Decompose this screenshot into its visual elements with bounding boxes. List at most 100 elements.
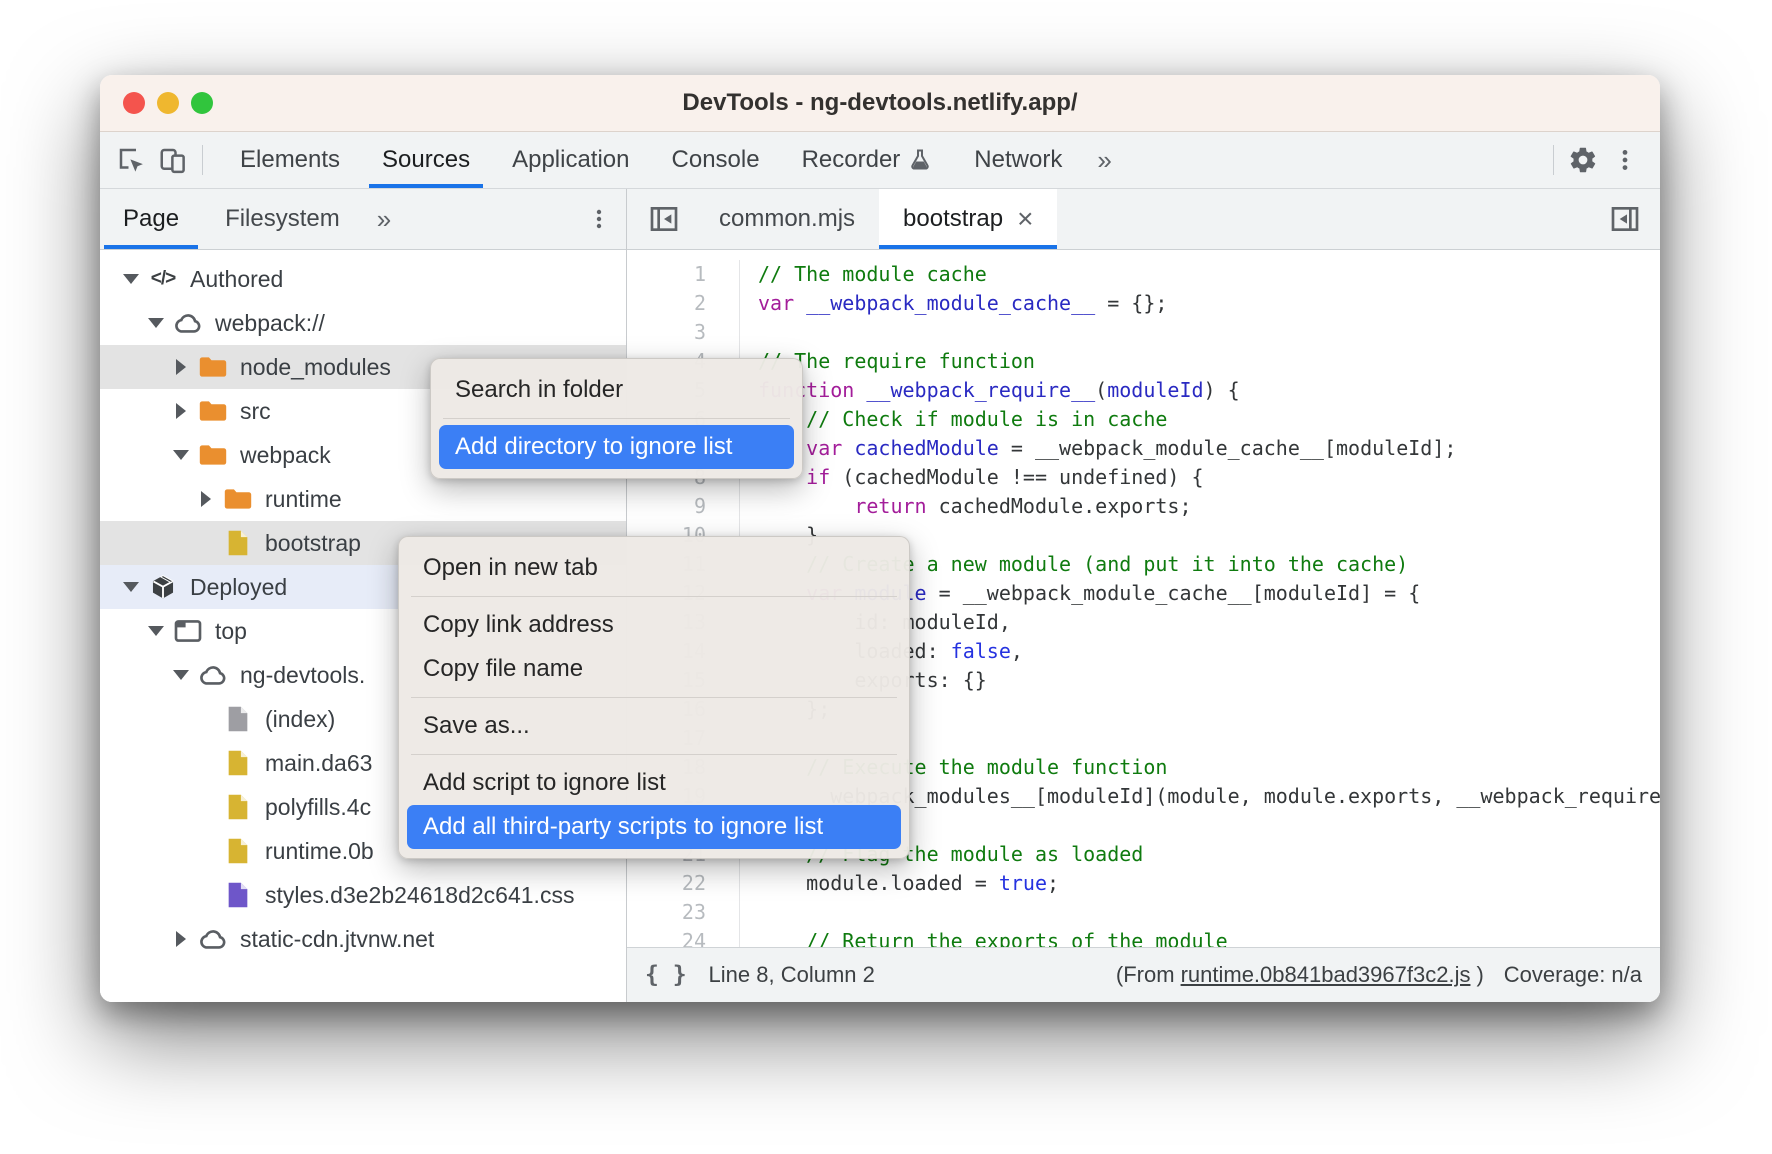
menu-item-add-script-to-ignore-list[interactable]: Add script to ignore list — [399, 761, 909, 805]
tree-item-label: polyfills.4c — [265, 794, 371, 821]
tree-item-label: webpack — [240, 442, 331, 469]
panel-tabs: Elements Sources ApplicationConsole Recorde… — [219, 132, 1083, 188]
tab-console[interactable]: Console — [651, 132, 781, 188]
file-yellow-icon — [219, 837, 257, 865]
folder-icon — [219, 487, 257, 511]
tree-item-label: main.da63 — [265, 750, 372, 777]
panel-tab-label: Sources — [382, 146, 470, 174]
cloud-icon — [169, 311, 207, 335]
cloud-icon — [194, 663, 232, 687]
settings-gear-icon[interactable] — [1562, 139, 1604, 181]
inspect-icon[interactable] — [110, 139, 152, 181]
pretty-print-icon[interactable]: { } — [645, 962, 687, 988]
window-titlebar: DevTools - ng-devtools.netlify.app/ — [100, 75, 1660, 132]
more-panels-chevron[interactable]: » — [1083, 145, 1125, 176]
device-toolbar-icon[interactable] — [152, 139, 194, 181]
menu-item-copy-link-address[interactable]: Copy link address — [399, 603, 909, 647]
menu-separator — [411, 596, 897, 597]
tree-item-static-cdn-jtvnw-net[interactable]: static-cdn.jtvnw.net — [100, 917, 626, 961]
code-line: 1// The module cache — [627, 260, 1660, 289]
code-text: var cachedModule = __webpack_module_cach… — [758, 434, 1456, 463]
code-text: // Check if module is in cache — [758, 405, 1167, 434]
tree-item-styles-d3e2b24618d2c641-css[interactable]: styles.d3e2b24618d2c641.css — [100, 873, 626, 917]
tab-recorder[interactable]: Recorder — [781, 132, 954, 188]
frame-icon — [169, 619, 207, 643]
tab-sources[interactable]: Sources — [361, 132, 491, 188]
editor-tabs: common.mjsbootstrap× — [695, 189, 1057, 249]
line-number[interactable]: 3 — [627, 318, 740, 347]
file-context-menu: Open in new tab Copy link addressCopy fil… — [398, 536, 910, 859]
navigator-kebab-menu-icon[interactable] — [578, 198, 620, 240]
menu-item-add-all-third-party-scripts-to-ignore-list[interactable]: Add all third-party scripts to ignore li… — [407, 805, 901, 849]
screenshot-stage: { "window": { "title": "DevTools - ng-de… — [0, 0, 1772, 1154]
line-number[interactable]: 9 — [627, 492, 740, 521]
code-text: // Return the exports of the module — [758, 927, 1228, 947]
tree-item-label: src — [240, 398, 271, 425]
maximize-window-button[interactable] — [191, 92, 213, 114]
menu-item-open-in-new-tab[interactable]: Open in new tab — [399, 546, 909, 590]
show-debugger-sidebar-icon[interactable] — [1602, 196, 1648, 242]
line-number[interactable]: 2 — [627, 289, 740, 318]
code-icon: </> — [144, 268, 182, 290]
tree-item-label: runtime — [265, 486, 342, 513]
expand-arrow-icon[interactable] — [143, 626, 169, 636]
expand-arrow-icon[interactable] — [118, 582, 144, 592]
navigator-tabbar: PageFilesystem » — [100, 189, 626, 250]
navigator-tab-filesystem[interactable]: Filesystem — [202, 189, 363, 249]
collapse-arrow-icon[interactable] — [168, 931, 194, 947]
line-number[interactable]: 24 — [627, 927, 740, 947]
expand-arrow-icon[interactable] — [168, 450, 194, 460]
editor-tab-bootstrap[interactable]: bootstrap× — [879, 189, 1057, 249]
minimize-window-button[interactable] — [157, 92, 179, 114]
close-window-button[interactable] — [123, 92, 145, 114]
expand-arrow-icon[interactable] — [143, 318, 169, 328]
panel-tab-label: Elements — [240, 146, 340, 174]
menu-separator — [443, 418, 790, 419]
folder-icon — [194, 443, 232, 467]
collapse-arrow-icon[interactable] — [168, 403, 194, 419]
close-tab-icon[interactable]: × — [1017, 205, 1033, 233]
kebab-menu-icon[interactable] — [1604, 139, 1646, 181]
menu-item-search-in-folder[interactable]: Search in folder — [431, 368, 802, 412]
editor-tab-common-mjs[interactable]: common.mjs — [695, 189, 879, 249]
line-number[interactable]: 22 — [627, 869, 740, 898]
tree-item-runtime[interactable]: runtime — [100, 477, 626, 521]
toolbar-right-separator — [1553, 145, 1554, 175]
tree-item-authored[interactable]: </>Authored — [100, 257, 626, 301]
menu-item-save-as-[interactable]: Save as... — [399, 704, 909, 748]
line-number[interactable]: 1 — [627, 260, 740, 289]
code-line: 2var __webpack_module_cache__ = {}; — [627, 289, 1660, 318]
mapped-from-suffix: ) — [1476, 962, 1483, 988]
collapse-arrow-icon[interactable] — [193, 491, 219, 507]
hide-navigator-icon[interactable] — [641, 196, 687, 242]
line-number[interactable]: 23 — [627, 898, 740, 927]
panel-tab-label: Recorder — [802, 146, 901, 174]
more-navigator-tabs-chevron[interactable]: » — [363, 204, 405, 235]
collapse-arrow-icon[interactable] — [168, 359, 194, 375]
code-line: 23 — [627, 898, 1660, 927]
expand-arrow-icon[interactable] — [168, 670, 194, 680]
tree-item-label: ng-devtools. — [240, 662, 365, 689]
editor-tabbar: common.mjsbootstrap× — [627, 189, 1660, 250]
tab-network[interactable]: Network — [953, 132, 1083, 188]
cursor-position: Line 8, Column 2 — [709, 962, 875, 988]
tree-item-label: static-cdn.jtvnw.net — [240, 926, 434, 953]
tree-item-label: styles.d3e2b24618d2c641.css — [265, 882, 574, 909]
menu-item-copy-file-name[interactable]: Copy file name — [399, 647, 909, 691]
file-yellow-icon — [219, 529, 257, 557]
code-text: if (cachedModule !== undefined) { — [758, 463, 1204, 492]
tree-item-label: webpack:// — [215, 310, 325, 337]
menu-item-add-directory-to-ignore-list[interactable]: Add directory to ignore list — [439, 425, 794, 469]
tab-elements[interactable]: Elements — [219, 132, 361, 188]
mapped-from-link[interactable]: runtime.0b841bad3967f3c2.js — [1181, 962, 1471, 988]
tree-item-label: top — [215, 618, 247, 645]
folder-icon — [194, 355, 232, 379]
tab-application[interactable]: Application — [491, 132, 650, 188]
cloud-icon — [194, 927, 232, 951]
navigator-tab-page[interactable]: Page — [100, 189, 202, 249]
traffic-lights — [123, 75, 213, 131]
package-icon — [144, 573, 182, 601]
file-yellow-icon — [219, 793, 257, 821]
expand-arrow-icon[interactable] — [118, 274, 144, 284]
tree-item-webpack-[interactable]: webpack:// — [100, 301, 626, 345]
